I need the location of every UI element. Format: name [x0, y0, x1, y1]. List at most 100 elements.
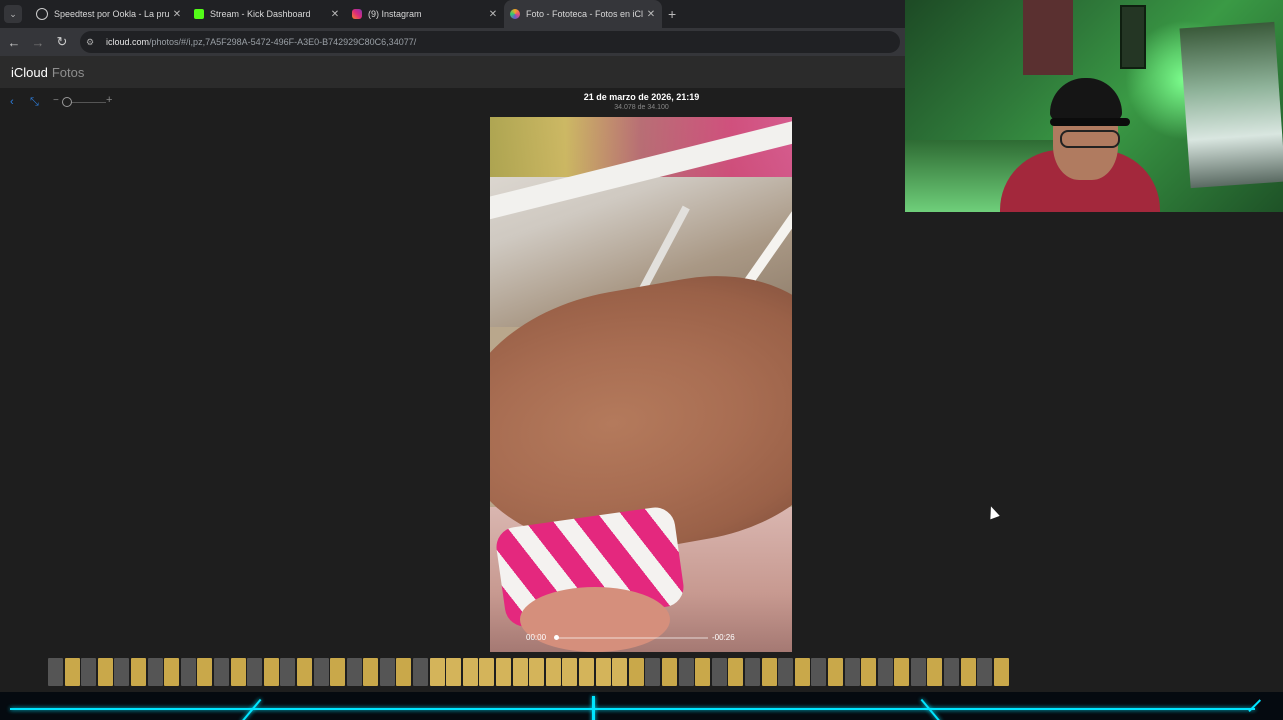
photo-thumbnail[interactable] — [296, 658, 312, 686]
photo-thumbnail[interactable] — [346, 658, 362, 686]
photo-thumbnail[interactable] — [230, 658, 246, 686]
photo-thumbnail[interactable] — [844, 658, 860, 686]
tab-title: Foto - Fototeca - Fotos en iCl — [526, 9, 644, 19]
tab-instagram[interactable]: (9) Instagram ✕ — [346, 0, 504, 28]
photo-thumbnail[interactable] — [363, 658, 379, 686]
brand-icloud[interactable]: iCloud — [11, 65, 48, 80]
photo-thumbnail[interactable] — [595, 658, 611, 686]
photo-thumbnail[interactable] — [197, 658, 213, 686]
photo-thumbnail[interactable] — [977, 658, 993, 686]
close-icon[interactable]: ✕ — [644, 9, 658, 20]
photo-thumbnail[interactable] — [512, 658, 528, 686]
photo-thumbnail[interactable] — [379, 658, 395, 686]
photo-thumbnail[interactable] — [396, 658, 412, 686]
site-info-icon[interactable]: ⚙ — [86, 37, 102, 48]
instagram-icon — [352, 9, 362, 19]
photo-thumbnail[interactable] — [960, 658, 976, 686]
photo-thumbnail[interactable] — [462, 658, 478, 686]
brand-fotos[interactable]: Fotos — [52, 65, 85, 80]
back-arrow-icon[interactable]: ← — [2, 35, 26, 50]
photo-thumbnail[interactable] — [114, 658, 130, 686]
zoom-slider-handle[interactable] — [62, 97, 72, 107]
photo-thumbnail[interactable] — [910, 658, 926, 686]
photo-thumbnail[interactable] — [429, 658, 445, 686]
photo-thumbnail[interactable] — [944, 658, 960, 686]
photo-thumbnail[interactable] — [695, 658, 711, 686]
photo-thumbnail[interactable] — [81, 658, 97, 686]
photo-thumbnail[interactable] — [579, 658, 594, 686]
video-scrubber[interactable] — [556, 637, 708, 639]
photo-thumbnail[interactable] — [612, 658, 628, 686]
close-icon[interactable]: ✕ — [170, 9, 184, 20]
photo-thumbnail[interactable] — [678, 658, 694, 686]
photo-thumbnail[interactable] — [545, 658, 561, 686]
close-icon[interactable]: ✕ — [328, 9, 342, 20]
tab-title: Speedtest por Ookla - La prueb — [54, 9, 170, 19]
photo-thumbnail[interactable] — [894, 658, 910, 686]
address-bar[interactable]: ⚙ icloud.com/photos/#/i,pz,7A5F298A-5472… — [80, 31, 900, 53]
photo-thumbnail[interactable] — [213, 658, 229, 686]
photo-thumbnail[interactable] — [993, 658, 1009, 686]
photo-thumbnail[interactable] — [744, 658, 760, 686]
webcam-scene — [1179, 21, 1283, 189]
reload-icon[interactable]: ↻ — [50, 34, 74, 50]
photo-thumbnail[interactable] — [330, 658, 346, 686]
photo-thumbnail[interactable] — [761, 658, 777, 686]
tab-icloud-photos[interactable]: Foto - Fototeca - Fotos en iCl ✕ — [504, 0, 662, 28]
zoom-in-icon[interactable]: + — [106, 94, 112, 106]
photo-thumbnail[interactable] — [827, 658, 843, 686]
photo-thumbnail[interactable] — [711, 658, 727, 686]
photo-thumbnail[interactable] — [877, 658, 893, 686]
photo-thumbnail[interactable] — [247, 658, 263, 686]
photo-thumbnail[interactable] — [811, 658, 827, 686]
photo-thumbnail[interactable] — [496, 658, 512, 686]
photo-thumbnail[interactable] — [97, 658, 113, 686]
photo-thumbnail[interactable] — [147, 658, 163, 686]
photo-thumbnail[interactable] — [645, 658, 661, 686]
photo-thumbnail[interactable] — [479, 658, 495, 686]
video-content — [520, 587, 670, 652]
photo-thumbnail[interactable] — [130, 658, 146, 686]
photo-thumbnail[interactable] — [661, 658, 677, 686]
photo-thumbnail[interactable] — [794, 658, 810, 686]
new-tab-button[interactable]: + — [668, 6, 676, 22]
photo-thumbnail[interactable] — [313, 658, 329, 686]
video-frame[interactable] — [490, 117, 792, 652]
photo-thumbnail[interactable] — [778, 658, 794, 686]
photo-thumbnail[interactable] — [628, 658, 644, 686]
tab-speedtest[interactable]: Speedtest por Ookla - La prueb ✕ — [30, 0, 188, 28]
neon-decoration — [10, 708, 1255, 710]
photo-thumbnail[interactable] — [64, 658, 80, 686]
photo-thumbnail[interactable] — [180, 658, 196, 686]
photo-thumbnail[interactable] — [728, 658, 744, 686]
scrubber-handle[interactable] — [554, 635, 559, 640]
webcam-person — [1050, 118, 1130, 126]
expand-icon[interactable]: ⤡ — [30, 96, 39, 109]
photo-thumbnail[interactable] — [280, 658, 296, 686]
url-host: icloud.com — [106, 37, 150, 47]
photo-thumbnail[interactable] — [263, 658, 279, 686]
photo-thumbnail[interactable] — [164, 658, 180, 686]
tab-search-button[interactable]: ⌄ — [4, 5, 22, 23]
url-path: /photos/#/i,pz,7A5F298A-5472-496F-A3E0-B… — [149, 37, 417, 47]
icloud-photos-icon — [510, 9, 520, 19]
webcam-scene — [1120, 5, 1146, 69]
url-text: icloud.com/photos/#/i,pz,7A5F298A-5472-4… — [106, 37, 416, 47]
photo-thumbnail[interactable] — [927, 658, 943, 686]
neon-decoration — [592, 696, 595, 720]
photo-thumbnail[interactable] — [562, 658, 578, 686]
photo-thumbnail[interactable] — [529, 658, 545, 686]
photo-thumbnail[interactable] — [413, 658, 429, 686]
icloud-header: iCloud Fotos — [0, 56, 905, 88]
tab-kick[interactable]: Stream - Kick Dashboard ✕ — [188, 0, 346, 28]
forward-arrow-icon[interactable]: → — [26, 35, 50, 50]
zoom-out-icon[interactable]: − — [53, 95, 59, 106]
time-remaining: -00:26 — [712, 633, 735, 642]
stream-overlay-bar — [0, 692, 1283, 720]
close-icon[interactable]: ✕ — [486, 9, 500, 20]
photo-thumbnail[interactable] — [48, 658, 63, 686]
photo-thumbnail[interactable] — [861, 658, 877, 686]
photo-thumbnail[interactable] — [446, 658, 462, 686]
time-elapsed: 00:00 — [526, 633, 547, 642]
back-chevron-icon[interactable]: ‹ — [10, 96, 14, 108]
